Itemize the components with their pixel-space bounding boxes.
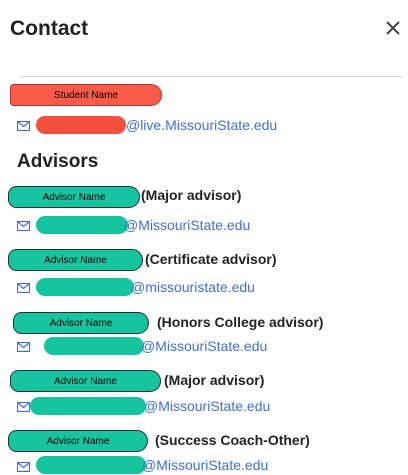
- advisor-role: (Honors College advisor): [157, 314, 324, 330]
- mail-icon: [17, 283, 30, 293]
- redacted-email-user: [36, 116, 126, 134]
- divider: [20, 76, 403, 77]
- redacted-email-user: [44, 337, 144, 355]
- mail-icon: [17, 462, 30, 472]
- advisor-role: (Success Coach-Other): [155, 432, 310, 448]
- student-name-badge: Student Name: [10, 84, 162, 106]
- advisor-role: (Major advisor): [141, 187, 242, 203]
- mail-icon: [17, 342, 30, 352]
- advisor-email-link[interactable]: @MissouriState.edu: [144, 398, 270, 414]
- advisor-name-badge: Advisor Name: [10, 370, 161, 392]
- mail-icon: [17, 402, 30, 412]
- advisor-role: (Certificate advisor): [145, 251, 277, 267]
- advisor-email-link[interactable]: @MissouriState.edu: [141, 338, 267, 354]
- redacted-email-user: [36, 456, 146, 474]
- redacted-email-user: [36, 216, 128, 234]
- redacted-email-user: [30, 397, 146, 415]
- student-email-link[interactable]: @live.MissouriState.edu: [126, 117, 277, 133]
- advisor-name-badge: Advisor Name: [13, 312, 149, 334]
- advisor-name-badge: Advisor Name: [8, 186, 140, 208]
- mail-icon: [17, 221, 30, 231]
- advisor-name-badge: Advisor Name: [8, 249, 143, 271]
- advisor-name-badge: Advisor Name: [8, 430, 148, 452]
- redacted-email-user: [36, 278, 134, 296]
- advisors-heading: Advisors: [17, 151, 99, 172]
- advisor-email-link[interactable]: @missouristate.edu: [131, 279, 255, 295]
- advisor-role: (Major advisor): [164, 372, 265, 388]
- advisor-email-link[interactable]: @MissouriState.edu: [124, 217, 250, 233]
- close-icon[interactable]: [384, 19, 404, 39]
- mail-icon: [17, 121, 30, 131]
- advisor-email-link[interactable]: @MissouriState.edu: [142, 457, 268, 473]
- dialog-title: Contact: [10, 17, 89, 40]
